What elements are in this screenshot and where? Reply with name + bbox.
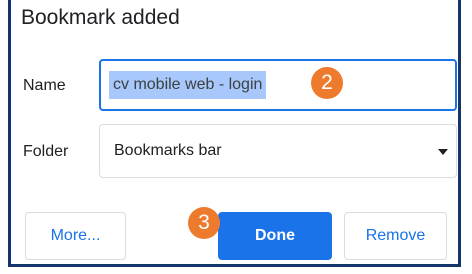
folder-select[interactable]: Bookmarks bar: [99, 124, 457, 178]
folder-selected-value: Bookmarks bar: [114, 142, 222, 159]
dialog-title: Bookmark added: [21, 6, 180, 29]
step-callout-2: 2: [311, 67, 343, 99]
done-button[interactable]: Done: [218, 212, 332, 260]
more-button[interactable]: More...: [25, 212, 126, 260]
name-input[interactable]: cv mobile web - login 2: [99, 59, 457, 111]
caret-down-icon: [438, 149, 448, 155]
name-label: Name: [23, 77, 66, 94]
folder-label: Folder: [23, 143, 69, 160]
bookmark-added-dialog: Bookmark added Name cv mobile web - logi…: [8, 0, 461, 267]
name-input-selected-text: cv mobile web - login: [109, 71, 267, 99]
remove-button[interactable]: Remove: [344, 212, 447, 260]
step-callout-3: 3: [188, 207, 220, 239]
